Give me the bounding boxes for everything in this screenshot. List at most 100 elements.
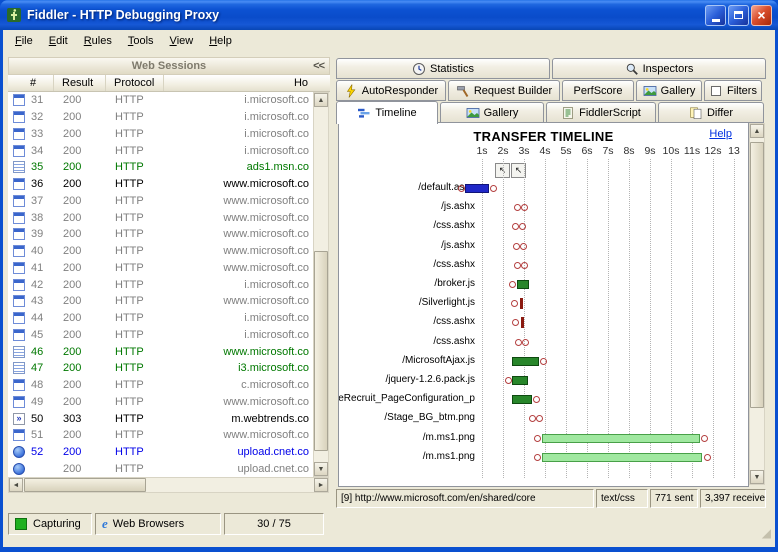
tab-autoresponder[interactable]: AutoResponder <box>336 80 446 101</box>
session-row[interactable]: 42200HTTPi.microsoft.co <box>8 276 313 293</box>
session-protocol: HTTP <box>107 295 165 307</box>
session-row[interactable]: 43200HTTPwww.microsoft.co <box>8 293 313 310</box>
timeline-row-label: /css.ashx <box>338 220 475 231</box>
scroll-thumb[interactable] <box>24 478 146 492</box>
session-row[interactable]: 37200HTTPwww.microsoft.co <box>8 193 313 210</box>
timeline-row-label: /css.ashx <box>338 316 475 327</box>
scroll-down-button[interactable]: ▼ <box>750 470 764 484</box>
session-row[interactable]: 33200HTTPi.microsoft.co <box>8 126 313 143</box>
session-host: www.microsoft.co <box>165 228 313 240</box>
tab-request-builder[interactable]: Request Builder <box>448 80 560 101</box>
minimize-button[interactable] <box>705 5 726 26</box>
help-link[interactable]: Help <box>709 128 732 140</box>
session-host: upload.cnet.co <box>165 463 313 475</box>
status-bar: Capturing e Web Browsers 30 / 75 ◢ <box>3 509 775 547</box>
session-result: 200 <box>55 178 107 190</box>
axis-tick-label: 12s <box>703 145 723 157</box>
sessions-horizontal-scrollbar[interactable]: ◄ ► <box>8 477 329 493</box>
session-row[interactable]: 34200HTTPi.microsoft.co <box>8 142 313 159</box>
session-host: www.microsoft.co <box>165 429 313 441</box>
timeline-vertical-scrollbar[interactable]: ▲ ▼ <box>749 123 765 485</box>
scroll-right-button[interactable]: ► <box>314 478 328 492</box>
tab-label: Timeline <box>375 107 416 119</box>
tab-label: PerfScore <box>574 85 623 97</box>
maximize-button[interactable] <box>728 5 749 26</box>
scroll-thumb[interactable] <box>750 142 764 408</box>
session-result: 200 <box>55 429 107 441</box>
tab-differ[interactable]: Differ <box>658 102 764 123</box>
capturing-icon <box>15 518 27 530</box>
menu-item-help[interactable]: Help <box>201 32 240 50</box>
tab-gallery-2[interactable]: Gallery <box>440 102 544 123</box>
process-filter[interactable]: e Web Browsers <box>95 513 221 535</box>
session-host: i.microsoft.co <box>165 329 313 341</box>
capturing-indicator[interactable]: Capturing <box>8 513 92 535</box>
session-row[interactable]: »50303HTTPm.webtrends.co <box>8 410 313 427</box>
capturing-label: Capturing <box>33 518 81 530</box>
session-protocol: HTTP <box>107 429 165 441</box>
collapse-panel-button[interactable]: << <box>313 60 324 72</box>
session-page-icon <box>13 429 25 441</box>
session-row[interactable]: 52200HTTPupload.cnet.co <box>8 444 313 461</box>
session-host: m.webtrends.co <box>165 413 313 425</box>
menu-item-view[interactable]: View <box>162 32 202 50</box>
close-button[interactable]: × <box>751 5 772 26</box>
session-row[interactable]: 47200HTTPi3.microsoft.co <box>8 360 313 377</box>
tab-filters[interactable]: Filters <box>704 80 762 101</box>
column-header-result[interactable]: Result <box>54 75 106 91</box>
session-image-icon <box>13 446 25 458</box>
session-row[interactable]: 41200HTTPwww.microsoft.co <box>8 260 313 277</box>
tab-inspectors[interactable]: Inspectors <box>552 58 766 79</box>
scroll-down-button[interactable]: ▼ <box>314 462 328 476</box>
session-row[interactable]: 36200HTTPwww.microsoft.co <box>8 176 313 193</box>
session-page-icon <box>13 111 25 123</box>
resize-grip[interactable]: ◢ <box>762 527 771 539</box>
session-page-icon <box>13 228 25 240</box>
session-row[interactable]: 44200HTTPi.microsoft.co <box>8 310 313 327</box>
menu-item-tools[interactable]: Tools <box>120 32 162 50</box>
session-host: www.microsoft.co <box>165 178 313 190</box>
scroll-up-button[interactable]: ▲ <box>750 124 764 138</box>
session-row[interactable]: 32200HTTPi.microsoft.co <box>8 109 313 126</box>
column-header-host[interactable]: Ho <box>164 75 330 91</box>
timeline-row: /default.aspx <box>339 179 748 198</box>
scroll-left-button[interactable]: ◄ <box>9 478 23 492</box>
tab-perfscore[interactable]: PerfScore <box>562 80 634 101</box>
timing-circle <box>515 339 522 346</box>
tab-fiddlerscript[interactable]: FiddlerScript <box>546 102 656 123</box>
timing-circle <box>490 185 497 192</box>
session-row[interactable]: 200HTTPupload.cnet.co <box>8 461 313 478</box>
session-row[interactable]: 39200HTTPwww.microsoft.co <box>8 226 313 243</box>
tab-timeline[interactable]: Timeline <box>336 101 438 124</box>
session-row[interactable]: 31200HTTPi.microsoft.co <box>8 92 313 109</box>
session-row[interactable]: 46200HTTPwww.microsoft.co <box>8 343 313 360</box>
session-host: i.microsoft.co <box>165 128 313 140</box>
axis-tick-label: 13 <box>724 145 744 157</box>
tab-statistics[interactable]: Statistics <box>336 58 550 79</box>
menu-item-rules[interactable]: Rules <box>76 32 120 50</box>
column-header-protocol[interactable]: Protocol <box>106 75 164 91</box>
session-row[interactable]: 38200HTTPwww.microsoft.co <box>8 209 313 226</box>
session-number: 39 <box>31 228 55 240</box>
session-row[interactable]: 48200HTTPc.microsoft.co <box>8 377 313 394</box>
session-row[interactable]: 40200HTTPwww.microsoft.co <box>8 243 313 260</box>
column-header-number[interactable]: # <box>8 75 54 91</box>
session-protocol: HTTP <box>107 346 165 358</box>
sessions-vertical-scrollbar[interactable]: ▲ ▼ <box>313 92 329 477</box>
session-row[interactable]: 35200HTTPads1.msn.co <box>8 159 313 176</box>
session-row[interactable]: 49200HTTPwww.microsoft.co <box>8 394 313 411</box>
session-row[interactable]: 51200HTTPwww.microsoft.co <box>8 427 313 444</box>
session-result: 200 <box>55 346 107 358</box>
scroll-thumb[interactable] <box>314 251 328 451</box>
axis-tick-label: 9s <box>640 145 660 157</box>
clock-icon <box>412 62 426 76</box>
scroll-up-button[interactable]: ▲ <box>314 93 328 107</box>
tab-gallery[interactable]: Gallery <box>636 80 702 101</box>
session-row[interactable]: 45200HTTPi.microsoft.co <box>8 327 313 344</box>
session-host: www.microsoft.co <box>165 295 313 307</box>
session-result: 200 <box>55 396 107 408</box>
menu-item-file[interactable]: File <box>7 32 41 50</box>
magnifier-icon <box>625 62 639 76</box>
bars-icon <box>357 106 371 120</box>
menu-item-edit[interactable]: Edit <box>41 32 76 50</box>
